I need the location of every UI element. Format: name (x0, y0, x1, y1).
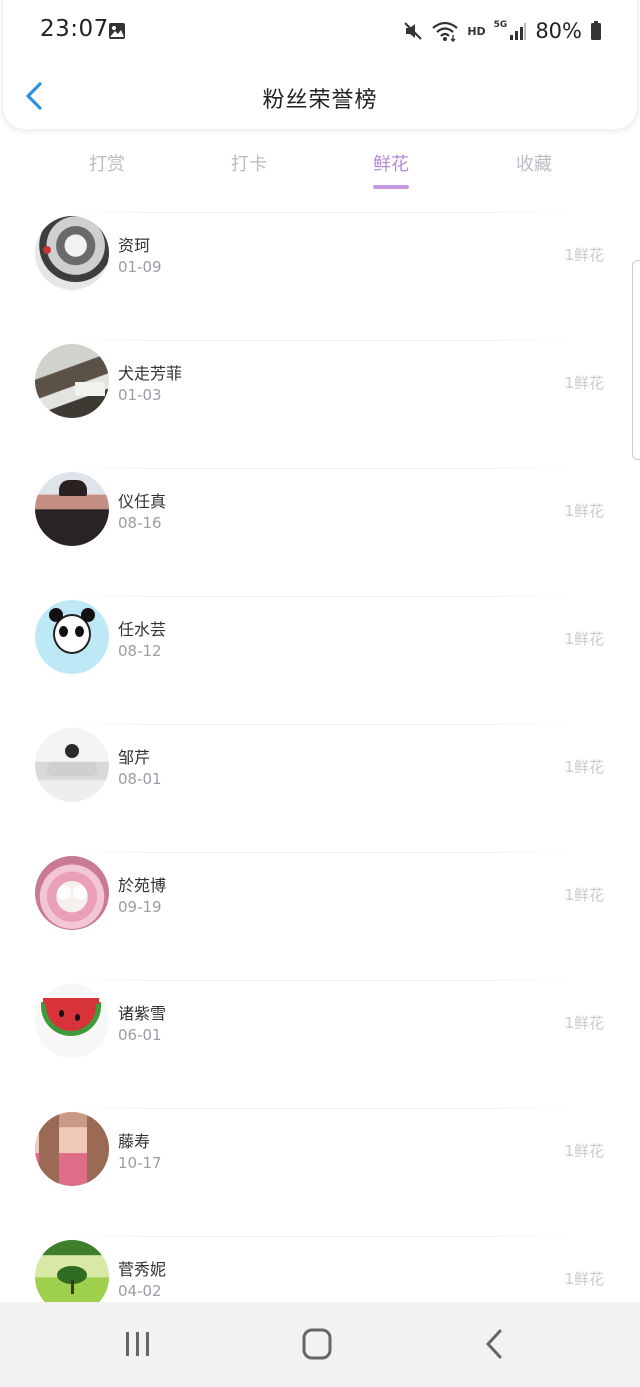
tab-bar: 打赏 打卡 鲜花 收藏 (36, 140, 606, 196)
scroll-indicator[interactable] (632, 260, 640, 460)
fan-name: 资珂 (118, 236, 151, 255)
flower-count: 1鲜花 (564, 758, 604, 776)
recents-icon[interactable] (118, 1326, 158, 1362)
tab-reward[interactable]: 打赏 (67, 150, 147, 176)
list-item[interactable]: 於苑博 09-19 1鲜花 (0, 852, 640, 980)
fan-name: 菅秀妮 (118, 1260, 167, 1279)
back-icon[interactable] (476, 1326, 516, 1362)
avatar[interactable] (35, 344, 109, 418)
tab-flowers[interactable]: 鲜花 (351, 150, 431, 189)
fan-date: 06-01 (118, 1026, 162, 1044)
fan-date: 01-03 (118, 386, 162, 404)
flower-count: 1鲜花 (564, 630, 604, 648)
avatar[interactable] (35, 728, 109, 802)
home-icon[interactable] (297, 1326, 337, 1362)
list-item[interactable]: 邹芹 08-01 1鲜花 (0, 724, 640, 852)
flower-count: 1鲜花 (564, 1142, 604, 1160)
fan-name: 犬走芳菲 (118, 364, 183, 383)
nav-bar: 粉丝荣誉榜 (0, 62, 640, 128)
active-tab-indicator (373, 185, 409, 189)
mute-icon (404, 22, 423, 40)
avatar[interactable] (35, 472, 109, 546)
battery-percent: 80% (535, 19, 582, 43)
fan-date: 08-16 (118, 514, 162, 532)
image-icon (109, 23, 125, 39)
status-bar: 23:07 HD 5G 80% (0, 0, 640, 60)
avatar[interactable] (35, 600, 109, 674)
screen: 23:07 HD 5G 80% 粉丝荣誉榜 打赏 打卡 鲜花 收藏 资珂 01-… (0, 0, 640, 1387)
flower-count: 1鲜花 (564, 886, 604, 904)
fan-date: 08-01 (118, 770, 162, 788)
fan-name: 藤寿 (118, 1132, 151, 1151)
flower-count: 1鲜花 (564, 374, 604, 392)
divider (60, 212, 580, 213)
fan-date: 08-12 (118, 642, 162, 660)
status-time: 23:07 (40, 16, 109, 42)
hd-label: HD (467, 24, 486, 38)
avatar[interactable] (35, 856, 109, 930)
fan-date: 04-02 (118, 1282, 162, 1300)
fan-date: 09-19 (118, 898, 162, 916)
fan-name: 於苑博 (118, 876, 167, 895)
tab-label: 打赏 (89, 154, 125, 175)
list-item[interactable]: 任水芸 08-12 1鲜花 (0, 596, 640, 724)
list-item[interactable]: 资珂 01-09 1鲜花 (0, 212, 640, 340)
flower-count: 1鲜花 (564, 246, 604, 264)
avatar[interactable] (35, 1112, 109, 1186)
flower-count: 1鲜花 (564, 502, 604, 520)
tab-checkin[interactable]: 打卡 (209, 150, 289, 176)
divider (60, 724, 580, 725)
status-icons: HD 5G 80% (403, 17, 602, 45)
divider (60, 468, 580, 469)
divider (60, 340, 580, 341)
avatar[interactable] (35, 216, 109, 290)
list-item[interactable]: 诸紫雪 06-01 1鲜花 (0, 980, 640, 1108)
signal-icon (510, 23, 527, 40)
flower-count: 1鲜花 (564, 1270, 604, 1288)
fan-name: 任水芸 (118, 620, 167, 639)
fan-name: 邹芹 (118, 748, 151, 767)
network-5g-label: 5G (493, 20, 508, 30)
tab-label: 打卡 (231, 154, 267, 175)
system-nav-bar (0, 1302, 640, 1387)
fan-name: 诸紫雪 (118, 1004, 167, 1023)
divider (60, 1236, 580, 1237)
divider (60, 852, 580, 853)
wifi-icon (432, 21, 459, 42)
fan-list: 资珂 01-09 1鲜花 犬走芳菲 01-03 1鲜花 仪任真 08-16 1鲜… (0, 212, 640, 1364)
flower-count: 1鲜花 (564, 1014, 604, 1032)
fan-date: 01-09 (118, 258, 162, 276)
page-title: 粉丝荣誉榜 (262, 88, 378, 113)
tab-label: 收藏 (516, 154, 552, 175)
list-item[interactable]: 藤寿 10-17 1鲜花 (0, 1108, 640, 1236)
divider (60, 596, 580, 597)
divider (60, 1108, 580, 1109)
tab-favorites[interactable]: 收藏 (494, 150, 574, 176)
fan-name: 仪任真 (118, 492, 167, 511)
list-item[interactable]: 仪任真 08-16 1鲜花 (0, 468, 640, 596)
divider (60, 980, 580, 981)
tab-label: 鲜花 (373, 154, 409, 175)
battery-icon (591, 21, 601, 40)
avatar[interactable] (35, 984, 109, 1058)
list-item[interactable]: 犬走芳菲 01-03 1鲜花 (0, 340, 640, 468)
fan-date: 10-17 (118, 1154, 162, 1172)
